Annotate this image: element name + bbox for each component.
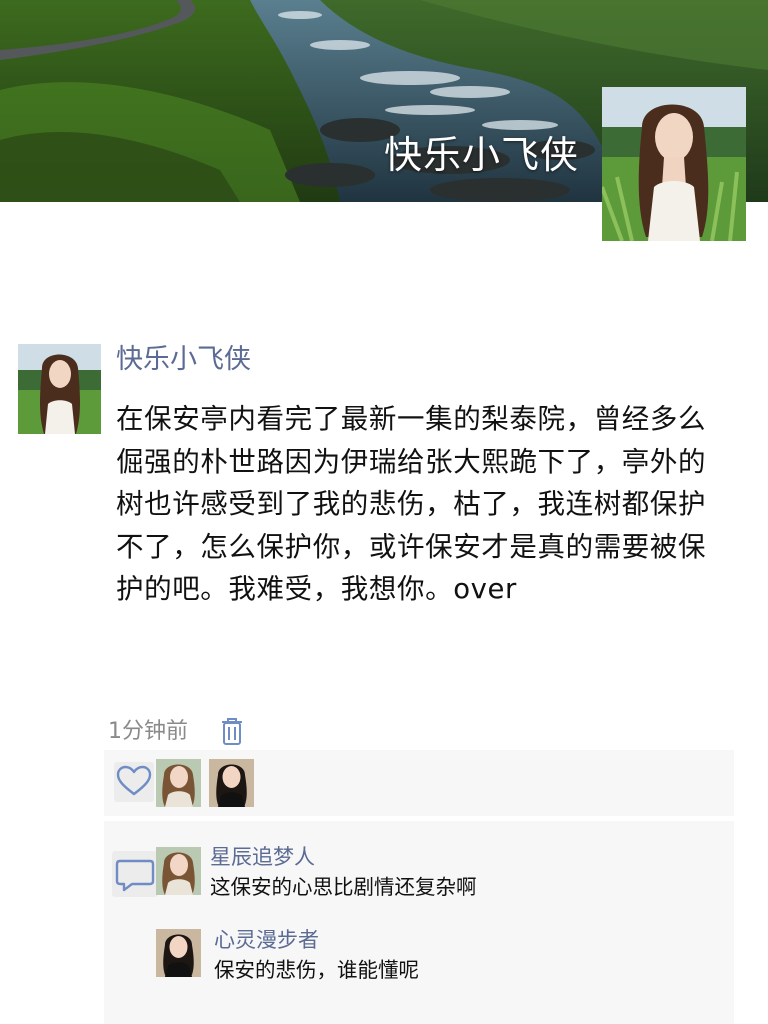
like-avatar[interactable] <box>156 759 201 807</box>
comment-text: 保安的悲伤，谁能懂呢 <box>214 958 419 982</box>
post-username[interactable]: 快乐小飞侠 <box>116 340 251 380</box>
woman-blonde-picture <box>156 847 201 895</box>
profile-avatar[interactable] <box>602 87 746 241</box>
post-content: 在保安亭内看完了最新一集的梨泰院，曾经多么倔强的朴世路因为伊瑞给张大熙跪下了，亭… <box>116 403 707 605</box>
woman-blonde-picture <box>156 759 201 807</box>
comment-username[interactable]: 星辰追梦人 <box>210 843 315 871</box>
comment-avatar[interactable] <box>156 929 201 977</box>
comment-text: 这保安的心思比剧情还复杂啊 <box>210 875 477 899</box>
woman-in-field-picture <box>602 87 746 241</box>
comment-avatar[interactable] <box>156 847 201 895</box>
post-timestamp: 1分钟前 <box>108 719 188 744</box>
heart-icon[interactable] <box>114 762 154 802</box>
cover-username: 快乐小飞侠 <box>384 133 580 177</box>
comments-panel: 星辰追梦人 这保安的心思比剧情还复杂啊 心灵漫步者 保安的悲伤，谁能懂呢 <box>104 821 734 1024</box>
trash-icon[interactable] <box>220 716 244 746</box>
comment-username[interactable]: 心灵漫步者 <box>214 926 319 954</box>
likes-panel <box>104 750 734 816</box>
woman-dark-hair-picture <box>209 759 254 807</box>
post-author-avatar[interactable] <box>18 344 101 434</box>
comment-bubble-icon[interactable] <box>112 851 158 897</box>
woman-in-field-picture <box>18 344 101 434</box>
like-avatar[interactable] <box>209 759 254 807</box>
woman-dark-hair-picture <box>156 929 201 977</box>
